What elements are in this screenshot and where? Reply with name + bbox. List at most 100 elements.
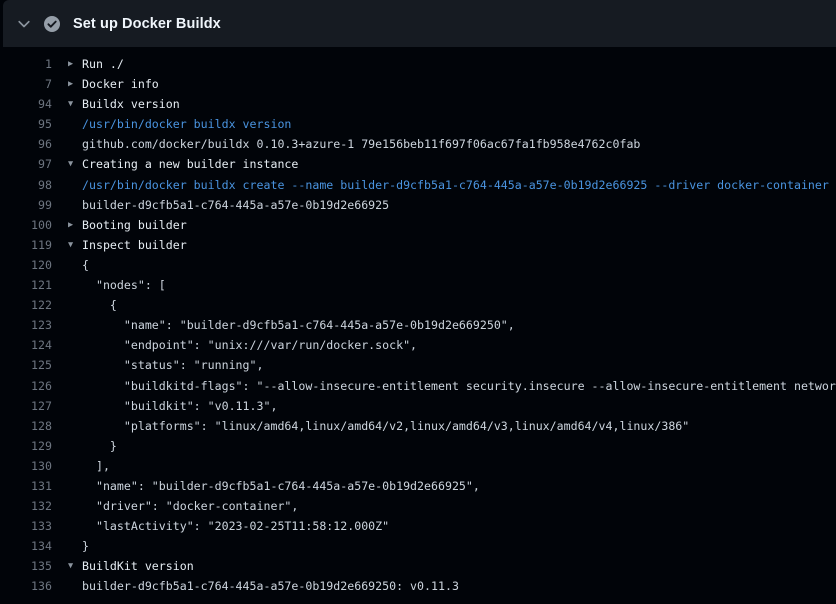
log-group-header[interactable]: ▼ Buildx version	[68, 94, 180, 114]
line-number-link[interactable]: 1	[0, 54, 52, 74]
line-number-link[interactable]: 121	[0, 275, 52, 295]
log-line: 126 "buildkitd-flags": "--allow-insecure…	[0, 376, 836, 396]
log-output-text: "nodes": [	[82, 275, 166, 295]
log-output-text: builder-d9cfb5a1-c764-445a-a57e-0b19d2e6…	[82, 195, 389, 215]
log-line: 120 {	[0, 255, 836, 275]
log-line: 98/usr/bin/docker buildx create --name b…	[0, 175, 836, 195]
line-number-link[interactable]: 122	[0, 295, 52, 315]
line-number-link[interactable]: 124	[0, 335, 52, 355]
log-output-text: "endpoint": "unix:///var/run/docker.sock…	[82, 335, 417, 355]
log-group-title[interactable]: Booting builder	[82, 215, 187, 235]
log-line: 123 "name": "builder-d9cfb5a1-c764-445a-…	[0, 315, 836, 335]
step-header[interactable]: Set up Docker Buildx	[3, 0, 836, 47]
log-output-text: "buildkit": "v0.11.3",	[82, 396, 277, 416]
log-line: 100 ▶ Booting builder	[0, 215, 836, 235]
log-line: 121 "nodes": [	[0, 275, 836, 295]
disclosure-triangle-expanded-icon[interactable]: ▼	[68, 235, 76, 255]
log-output-text: "lastActivity": "2023-02-25T11:58:12.000…	[82, 516, 389, 536]
log-output-text: "driver": "docker-container",	[82, 496, 298, 516]
log-line: 7 ▶ Docker info	[0, 74, 836, 94]
line-number-link[interactable]: 132	[0, 496, 52, 516]
log-line: 134}	[0, 536, 836, 556]
log-line: 136 builder-d9cfb5a1-c764-445a-a57e-0b19d…	[0, 576, 836, 596]
line-number-link[interactable]: 97	[0, 154, 52, 174]
log-group-header[interactable]: ▶ Docker info	[68, 74, 159, 94]
log-line: 97 ▼ Creating a new builder instance	[0, 154, 836, 174]
log-group-header[interactable]: ▼ Creating a new builder instance	[68, 154, 298, 174]
log-output-text: "platforms": "linux/amd64,linux/amd64/v2…	[82, 416, 689, 436]
log-output-text: builder-d9cfb5a1-c764-445a-a57e-0b19d2e6…	[82, 576, 459, 596]
line-number-link[interactable]: 130	[0, 456, 52, 476]
line-number-link[interactable]: 96	[0, 134, 52, 154]
disclosure-triangle-collapsed-icon[interactable]: ▶	[68, 215, 76, 235]
log-group-title[interactable]: Docker info	[82, 74, 159, 94]
log-group-title[interactable]: Buildx version	[82, 94, 180, 114]
line-number-link[interactable]: 100	[0, 215, 52, 235]
log-line: 129 }	[0, 436, 836, 456]
log-output-text: }	[82, 536, 89, 556]
log-output-text: "name": "builder-d9cfb5a1-c764-445a-a57e…	[82, 315, 515, 335]
log-line: 131 "name": "builder-d9cfb5a1-c764-445a-…	[0, 476, 836, 496]
log-line: 135 ▼ BuildKit version	[0, 556, 836, 576]
log-line: 130 ],	[0, 456, 836, 476]
log-line: 119 ▼ Inspect builder	[0, 235, 836, 255]
log-group-title[interactable]: Inspect builder	[82, 235, 187, 255]
log-output-text: {	[82, 255, 89, 275]
line-number-link[interactable]: 119	[0, 235, 52, 255]
log-command-text: /usr/bin/docker buildx create --name bui…	[82, 175, 829, 195]
disclosure-triangle-expanded-icon[interactable]: ▼	[68, 154, 76, 174]
log-output-text: "name": "builder-d9cfb5a1-c764-445a-a57e…	[82, 476, 480, 496]
log-line: 99 builder-d9cfb5a1-c764-445a-a57e-0b19d2…	[0, 195, 836, 215]
step-title: Set up Docker Buildx	[73, 16, 221, 32]
log-line: 128 "platforms": "linux/amd64,linux/amd6…	[0, 416, 836, 436]
log-line: 132 "driver": "docker-container",	[0, 496, 836, 516]
log-output-text: "buildkitd-flags": "--allow-insecure-ent…	[82, 376, 836, 396]
log-area: 1▶Run ./7▶Docker info94▼Buildx version95…	[0, 54, 836, 597]
line-number-link[interactable]: 98	[0, 175, 52, 195]
log-group-title[interactable]: Creating a new builder instance	[82, 154, 298, 174]
log-line: 133 "lastActivity": "2023-02-25T11:58:12…	[0, 516, 836, 536]
log-command-text: /usr/bin/docker buildx version	[82, 114, 291, 134]
log-line: 95/usr/bin/docker buildx version	[0, 114, 836, 134]
log-line: 124 "endpoint": "unix:///var/run/docker.…	[0, 335, 836, 355]
line-number-link[interactable]: 125	[0, 355, 52, 375]
log-group-title[interactable]: Run ./	[82, 54, 124, 74]
line-number-link[interactable]: 127	[0, 396, 52, 416]
line-number-link[interactable]: 120	[0, 255, 52, 275]
log-group-header[interactable]: ▶ Run ./	[68, 54, 124, 74]
line-number-link[interactable]: 131	[0, 476, 52, 496]
line-number-link[interactable]: 128	[0, 416, 52, 436]
line-number-link[interactable]: 95	[0, 114, 52, 134]
line-number-link[interactable]: 135	[0, 556, 52, 576]
log-output-text: {	[82, 295, 117, 315]
chevron-down-icon[interactable]	[16, 16, 32, 32]
disclosure-triangle-collapsed-icon[interactable]: ▶	[68, 54, 76, 74]
line-number-link[interactable]: 123	[0, 315, 52, 335]
log-group-header[interactable]: ▼ BuildKit version	[68, 556, 194, 576]
log-line: 122 {	[0, 295, 836, 315]
disclosure-triangle-expanded-icon[interactable]: ▼	[68, 556, 76, 576]
line-number-link[interactable]: 7	[0, 74, 52, 94]
line-number-link[interactable]: 126	[0, 376, 52, 396]
log-group-header[interactable]: ▶ Booting builder	[68, 215, 187, 235]
log-output-text: github.com/docker/buildx 0.10.3+azure-1 …	[82, 134, 640, 154]
disclosure-triangle-collapsed-icon[interactable]: ▶	[68, 74, 76, 94]
check-circle-icon	[43, 15, 61, 33]
log-line: 125 "status": "running",	[0, 355, 836, 375]
line-number-link[interactable]: 99	[0, 195, 52, 215]
line-number-link[interactable]: 136	[0, 576, 52, 596]
log-line: 1 ▶ Run ./	[0, 54, 836, 74]
log-line: 94 ▼ Buildx version	[0, 94, 836, 114]
disclosure-triangle-expanded-icon[interactable]: ▼	[68, 94, 76, 114]
log-group-title[interactable]: BuildKit version	[82, 556, 194, 576]
log-output-text: ],	[82, 456, 110, 476]
line-number-link[interactable]: 134	[0, 536, 52, 556]
line-number-link[interactable]: 129	[0, 436, 52, 456]
line-number-link[interactable]: 94	[0, 94, 52, 114]
line-number-link[interactable]: 133	[0, 516, 52, 536]
log-line: 127 "buildkit": "v0.11.3",	[0, 396, 836, 416]
log-line: 96 github.com/docker/buildx 0.10.3+azure-…	[0, 134, 836, 154]
log-output-text: }	[82, 436, 117, 456]
log-output-text: "status": "running",	[82, 355, 263, 375]
log-group-header[interactable]: ▼ Inspect builder	[68, 235, 187, 255]
